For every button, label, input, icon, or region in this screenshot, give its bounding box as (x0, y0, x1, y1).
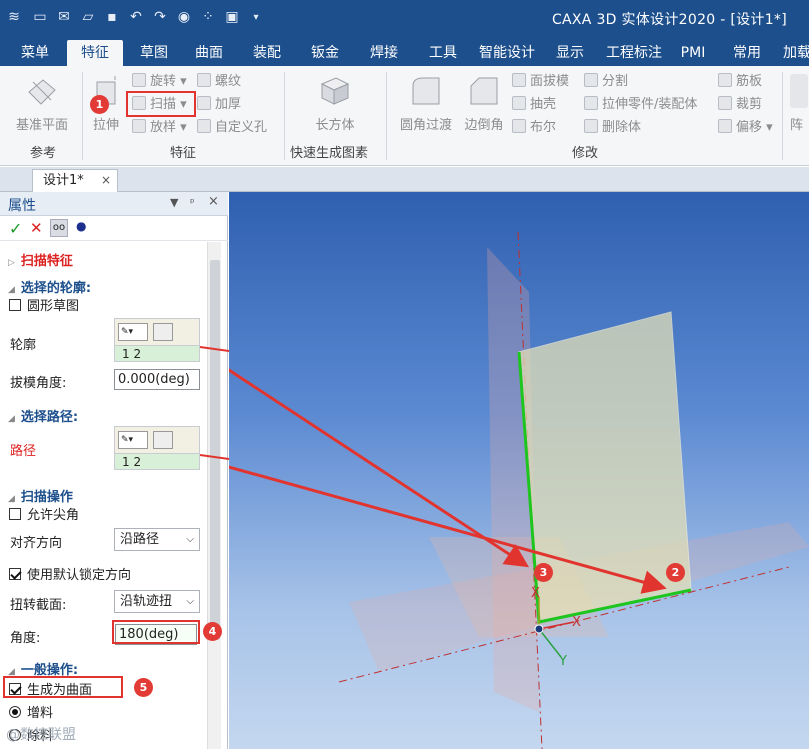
angle-highlight-box (112, 620, 200, 644)
annotation-arrow-tail-path (199, 454, 230, 460)
annotation-badge-5: 5 (134, 678, 153, 697)
annotation-arrow-tail-profile (199, 346, 230, 352)
generate-surface-highlight-box (3, 676, 123, 698)
annotation-badge-2: 2 (666, 563, 685, 582)
annotation-badge-3: 3 (534, 563, 553, 582)
sweep-highlight-box (126, 91, 196, 117)
watermark: @数控联盟 (6, 727, 76, 743)
annotation-badge-4: 4 (203, 622, 222, 641)
annotation-badge-1: 1 (90, 95, 109, 114)
